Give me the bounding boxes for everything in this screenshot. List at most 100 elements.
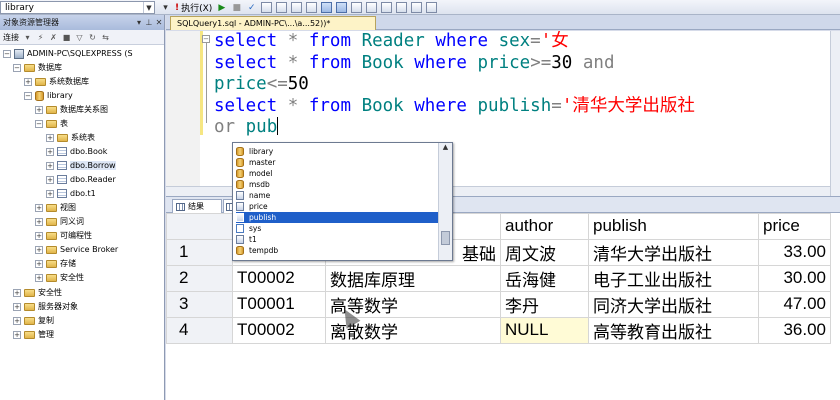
tree-node-service-broker[interactable]: + Service Broker	[35, 243, 118, 256]
tree-node-programmability[interactable]: + 可编程性	[35, 229, 92, 242]
disconnect-icon[interactable]: ✗	[49, 33, 58, 42]
expand-icon[interactable]: +	[46, 175, 54, 184]
stop-icon[interactable]: ■	[62, 33, 71, 42]
parse-icon[interactable]: ✓	[246, 2, 257, 13]
row-number[interactable]: 4	[166, 316, 233, 344]
table-row[interactable]: 3 T00001 高等数学 李丹 同济大学出版社 47.00	[166, 290, 831, 318]
change-connection-icon[interactable]: ▾	[160, 2, 171, 13]
column-header[interactable]: author	[500, 213, 589, 240]
tree-node-synonyms[interactable]: + 同义词	[35, 215, 84, 228]
expand-icon[interactable]: +	[13, 330, 21, 339]
expand-icon[interactable]: +	[13, 288, 21, 297]
outline-collapse-icon[interactable]: −	[202, 35, 210, 43]
refresh-icon[interactable]: ↻	[88, 33, 97, 42]
cell-publish[interactable]: 电子工业出版社	[588, 264, 759, 292]
completion-item-name[interactable]: name	[236, 190, 438, 201]
tree-node-management[interactable]: + 管理	[13, 328, 54, 341]
collapse-icon[interactable]: −	[35, 119, 43, 128]
sync-icon[interactable]: ⇆	[101, 33, 110, 42]
expand-icon[interactable]: +	[13, 302, 21, 311]
expand-icon[interactable]: +	[46, 189, 54, 198]
tree-node-table-borrow[interactable]: + dbo.Borrow	[46, 159, 116, 172]
execute-button[interactable]: ! 执行(X)	[175, 2, 212, 15]
chevron-down-icon[interactable]: ▾	[23, 33, 32, 42]
cell-price[interactable]: 33.00	[758, 238, 831, 266]
query-designer-icon[interactable]	[276, 2, 288, 13]
cell-price[interactable]: 30.00	[758, 264, 831, 292]
results-to-file-icon[interactable]	[351, 2, 363, 13]
autohide-icon[interactable]: ⊥	[144, 18, 154, 27]
tree-node-databases[interactable]: − 数据库	[13, 61, 62, 74]
row-number[interactable]: 2	[166, 264, 233, 292]
editor-vertical-scrollbar[interactable]	[830, 31, 840, 196]
collapse-icon[interactable]: −	[13, 63, 21, 72]
increase-indent-icon[interactable]	[411, 2, 423, 13]
tree-node-db-security[interactable]: + 安全性	[35, 271, 84, 284]
header-corner[interactable]	[166, 213, 233, 240]
cell-id[interactable]: T00001	[232, 290, 326, 318]
expand-icon[interactable]: +	[46, 133, 54, 142]
client-stats-icon[interactable]	[306, 2, 318, 13]
specify-values-icon[interactable]	[426, 2, 438, 13]
row-number[interactable]: 1	[166, 238, 233, 266]
expand-icon[interactable]: +	[46, 161, 54, 170]
comment-icon[interactable]	[366, 2, 378, 13]
tab-results[interactable]: 结果	[172, 199, 222, 213]
completion-item-t1[interactable]: t1	[236, 234, 438, 245]
cell-author[interactable]: 岳海健	[500, 264, 589, 292]
column-header[interactable]: price	[758, 213, 831, 240]
collapse-icon[interactable]: −	[24, 91, 32, 100]
cell-author[interactable]: 李丹	[500, 290, 589, 318]
tree-node-system-tables[interactable]: + 系统表	[46, 131, 95, 144]
tree-node-storage[interactable]: + 存储	[35, 257, 76, 270]
completion-item-publish[interactable]: publish	[236, 212, 438, 223]
cell-publish[interactable]: 高等教育出版社	[588, 316, 759, 344]
expand-icon[interactable]: +	[35, 231, 43, 240]
display-plan-icon[interactable]	[261, 2, 273, 13]
tree-node-diagrams[interactable]: + 数据库关系图	[35, 103, 108, 116]
tree-node-views[interactable]: + 视图	[35, 201, 76, 214]
expand-icon[interactable]: +	[35, 273, 43, 282]
tab-sqlquery1[interactable]: SQLQuery1.sql - ADMIN-PC\...\a...52))*	[170, 16, 376, 30]
close-icon[interactable]: ✕	[154, 18, 164, 27]
results-to-grid-icon[interactable]	[336, 2, 348, 13]
tree-node-table-reader[interactable]: + dbo.Reader	[46, 173, 116, 186]
tree-node-security[interactable]: + 安全性	[13, 286, 62, 299]
cell-name[interactable]: 数据库原理	[325, 264, 501, 292]
table-row[interactable]: 2 T00002 数据库原理 岳海健 电子工业出版社 30.00	[166, 264, 831, 292]
uncomment-icon[interactable]	[381, 2, 393, 13]
cell-id[interactable]: T00002	[232, 264, 326, 292]
cell-author[interactable]: 周文波	[500, 238, 589, 266]
column-header[interactable]: publish	[588, 213, 759, 240]
expand-icon[interactable]: +	[35, 245, 43, 254]
cell-publish[interactable]: 同济大学出版社	[588, 290, 759, 318]
tree-node-server[interactable]: − ADMIN-PC\SQLEXPRESS (S	[3, 47, 133, 60]
cell-price[interactable]: 36.00	[758, 316, 831, 344]
completion-item-tempdb[interactable]: tempdb	[236, 245, 438, 256]
row-number[interactable]: 3	[166, 290, 233, 318]
tree-node-server-objects[interactable]: + 服务器对象	[13, 300, 78, 313]
expand-icon[interactable]: +	[46, 147, 54, 156]
expand-icon[interactable]: +	[24, 77, 32, 86]
results-to-text-icon[interactable]	[321, 2, 333, 13]
completion-item-price[interactable]: price	[236, 201, 438, 212]
table-row[interactable]: 4 T00002 离散数学 NULL 高等教育出版社 36.00	[166, 316, 831, 344]
popup-scrollbar[interactable]: ▲	[438, 143, 452, 260]
stop-icon[interactable]: ■	[231, 2, 242, 13]
completion-item-library[interactable]: library	[236, 146, 438, 157]
collapse-icon[interactable]: −	[3, 49, 11, 58]
filter-icon[interactable]: ▽	[75, 33, 84, 42]
pin-icon[interactable]: ▾	[134, 18, 144, 27]
completion-item-msdb[interactable]: msdb	[236, 179, 438, 190]
scroll-thumb[interactable]	[441, 231, 450, 245]
debug-icon[interactable]: ▶	[216, 2, 227, 13]
tree-node-library[interactable]: − library	[24, 89, 73, 102]
expand-icon[interactable]: +	[13, 316, 21, 325]
completion-item-model[interactable]: model	[236, 168, 438, 179]
tree-node-system-databases[interactable]: + 系统数据库	[24, 75, 89, 88]
connect-icon[interactable]: ⚡	[36, 33, 45, 42]
connect-button[interactable]: 连接	[3, 32, 19, 43]
cell-price[interactable]: 47.00	[758, 290, 831, 318]
tree-node-table-t1[interactable]: + dbo.t1	[46, 187, 96, 200]
tree-node-table-book[interactable]: + dbo.Book	[46, 145, 107, 158]
